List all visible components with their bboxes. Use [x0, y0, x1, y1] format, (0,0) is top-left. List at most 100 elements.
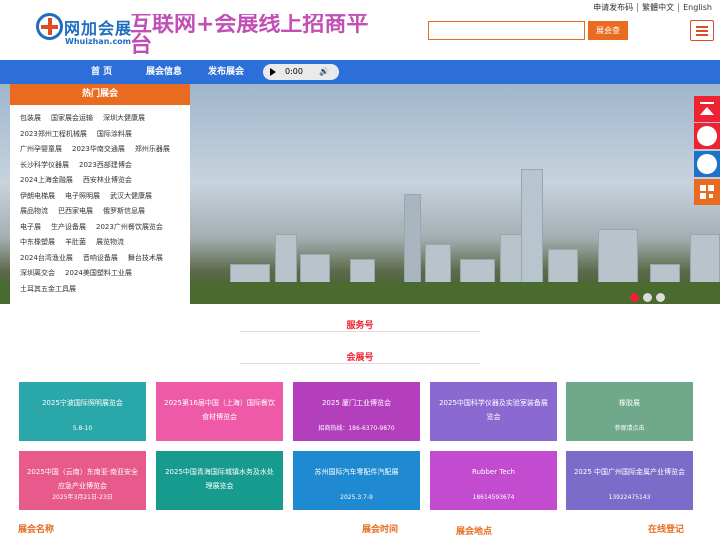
hot-exhibition-link[interactable]: 电子展 — [20, 220, 41, 236]
carousel-dot-2[interactable] — [643, 293, 652, 302]
hot-exhibition-link[interactable]: 舞台技术展 — [128, 251, 163, 267]
audio-player[interactable]: 0:00 🔊 — [263, 64, 339, 80]
hot-exhibition-link[interactable]: 国家展会运输 — [51, 111, 93, 127]
hot-exhibition-link[interactable]: 羊肚菌 — [65, 235, 86, 251]
search-input[interactable] — [428, 21, 585, 40]
nav-home[interactable]: 首 页 — [91, 60, 112, 84]
exhibition-card[interactable]: 2025宁波国际照明展览会 5.8-10 — [19, 382, 146, 441]
exhibition-card-title: 2025 中国广州国际金属产业博览会 — [573, 468, 686, 476]
header-name: 展会名称 — [18, 525, 55, 535]
hot-exhibitions-list: 包装展 国家展会运输 深圳大健康展 2023郑州工程机械展 国际涂料展广州孕婴童展 202… — [10, 105, 190, 297]
nav-exhibition-info[interactable]: 展会信息 — [146, 60, 182, 84]
hot-exhibition-link[interactable]: 展品物流 — [20, 204, 48, 220]
hot-exhibition-link[interactable]: 2023郑州工程机械展 — [20, 127, 87, 143]
exhibition-card[interactable]: 2025中国科学仪器及实验室装备展览会 — [430, 382, 557, 441]
hot-exhibition-link[interactable]: 电子照明展 — [65, 189, 100, 205]
exhibition-card-subtitle: 参观请点击 — [614, 425, 645, 432]
carousel-dots — [630, 293, 669, 302]
exhibition-card[interactable]: 苏州国际汽车零配件汽配展 2025.3.7-9 — [293, 451, 420, 510]
carousel-dot-3[interactable] — [656, 293, 665, 302]
qrcode-button[interactable] — [694, 179, 720, 205]
carousel-dot-1[interactable] — [630, 293, 639, 302]
divider — [240, 363, 480, 364]
phone-button[interactable] — [694, 123, 720, 149]
exhibition-card[interactable]: 2025 厦门工业博览会 招商热线：186-6370-9870 — [293, 382, 420, 441]
hot-exhibitions-title: 热门展会 — [10, 84, 190, 105]
hot-exhibition-link[interactable]: 2024台湾渔业展 — [20, 251, 73, 267]
header-location: 展会地点 — [456, 527, 493, 537]
header: 网加会展 Whuizhan.com 互联网+会展线上招商平台 展会查 — [0, 10, 720, 60]
hot-exhibition-link[interactable]: 生产设备展 — [51, 220, 86, 236]
service-title: 服务号 — [346, 321, 374, 331]
qq-icon — [697, 154, 717, 174]
hot-exhibition-link[interactable]: 深圳离交会 — [20, 266, 55, 282]
hot-exhibition-link[interactable]: 2023广州餐饮展览会 — [96, 220, 163, 236]
exhibition-card[interactable]: 2025第16届中国（上海）国际餐饮食材博览会 — [156, 382, 283, 441]
exhibition-card[interactable]: Rubber Tech 18614593674 — [430, 451, 557, 510]
exhibition-card-subtitle: 18614593674 — [472, 494, 515, 501]
exhibition-card-subtitle: 2025.3.7-9 — [340, 494, 373, 501]
hot-exhibition-link[interactable]: 2024上海金融展 — [20, 173, 73, 189]
hot-exhibition-link[interactable]: 国际涂料展 — [97, 127, 132, 143]
phone-icon — [697, 126, 717, 146]
exhibition-title: 会展号 — [346, 353, 374, 363]
hot-exhibition-link[interactable]: 中东橡塑展 — [20, 235, 55, 251]
qrcode-icon — [700, 185, 714, 199]
hot-exhibition-link[interactable]: 伊朗电梯展 — [20, 189, 55, 205]
exhibition-card[interactable]: 2025 中国广州国际金属产业博览会 13922475143 — [566, 451, 693, 510]
hot-exhibition-link[interactable]: 巴西家电展 — [58, 204, 93, 220]
audio-time: 0:00 — [285, 67, 303, 76]
exhibition-card-subtitle: 5.8-10 — [72, 425, 93, 432]
hot-exhibition-link[interactable]: 深圳大健康展 — [103, 111, 145, 127]
exhibition-card-title: 2025中国科学仪器及实验室装备展览会 — [439, 399, 548, 421]
slogan: 互联网+会展线上招商平台 — [130, 14, 369, 54]
exhibition-card-title: 2025中国（云南）东南亚·南亚安全应急产业博览会 — [26, 468, 139, 490]
header-register[interactable]: 在线登记 — [648, 522, 684, 535]
exhibition-card-subtitle: 13922475143 — [608, 494, 651, 501]
exhibition-card-title: 2025第16届中国（上海）国际餐饮食材博览会 — [164, 399, 275, 421]
hot-exhibition-link[interactable]: 展览物流 — [96, 235, 124, 251]
menu-button[interactable] — [690, 20, 714, 41]
exhibition-card-title: 2025中国青海国际城镇水务及水处理展览会 — [165, 468, 274, 490]
exhibition-card[interactable]: 橡胶展 参观请点击 — [566, 382, 693, 441]
exhibition-card-title: Rubber Tech — [472, 468, 515, 476]
logo-plus-icon — [36, 13, 63, 40]
volume-icon[interactable]: 🔊 — [319, 67, 329, 76]
qq-button[interactable] — [694, 151, 720, 177]
hot-exhibitions-panel: 热门展会 包装展 国家展会运输 深圳大健康展 2023郑州工程机械展 国际涂料展广州孕婴… — [10, 84, 190, 304]
play-icon[interactable] — [270, 68, 276, 76]
hot-exhibition-link[interactable]: 广州孕婴童展 — [20, 142, 62, 158]
back-to-top-button[interactable] — [694, 96, 720, 122]
hot-exhibition-link[interactable]: 2023西部建博会 — [79, 158, 132, 174]
exhibition-card-title: 橡胶展 — [619, 399, 640, 407]
menu-icon-bar — [696, 30, 708, 32]
hot-exhibition-link[interactable]: 西安林业博览会 — [83, 173, 132, 189]
exhibition-card[interactable]: 2025中国青海国际城镇水务及水处理展览会 — [156, 451, 283, 510]
hot-exhibition-link[interactable]: 郑州乐器展 — [135, 142, 170, 158]
exhibition-card[interactable]: 2025中国（云南）东南亚·南亚安全应急产业博览会 2025年3月21日-23日 — [19, 451, 146, 510]
hot-exhibition-link[interactable]: 土耳其五金工具展 — [20, 282, 76, 298]
nav-publish-exhibition[interactable]: 发布展会 — [208, 60, 244, 84]
search-button[interactable]: 展会查 — [588, 21, 628, 40]
header-time: 展会时间 — [362, 525, 399, 535]
logo-text: 网加会展 — [64, 19, 133, 38]
hot-exhibition-link[interactable]: 2024美国塑料工业展 — [65, 266, 132, 282]
top-arrow-icon — [700, 102, 714, 115]
logo-domain: Whuizhan.com — [65, 37, 132, 46]
hot-exhibition-link[interactable]: 包装展 — [20, 111, 41, 127]
exhibition-card-title: 苏州国际汽车零配件汽配展 — [314, 468, 399, 476]
menu-icon-bar — [696, 34, 708, 36]
exhibition-card-subtitle: 2025年3月21日-23日 — [52, 494, 113, 501]
hot-exhibition-link[interactable]: 武汉大健康展 — [110, 189, 152, 205]
hot-exhibition-link[interactable]: 2023华南交通展 — [72, 142, 125, 158]
main-nav: 首 页 展会信息 发布展会 0:00 🔊 — [0, 60, 720, 84]
exhibition-card-title: 2025宁波国际照明展览会 — [42, 399, 123, 407]
divider — [240, 331, 480, 332]
hot-exhibition-link[interactable]: 俄罗斯信息展 — [103, 204, 145, 220]
hot-exhibition-link[interactable]: 音响设备展 — [83, 251, 118, 267]
exhibition-card-title: 2025 厦门工业博览会 — [321, 399, 392, 407]
site-logo[interactable]: 网加会展 Whuizhan.com — [36, 12, 132, 52]
menu-icon — [696, 26, 708, 28]
exhibition-card-subtitle: 招商热线：186-6370-9870 — [318, 425, 395, 432]
hot-exhibition-link[interactable]: 长沙科学仪器展 — [20, 158, 69, 174]
